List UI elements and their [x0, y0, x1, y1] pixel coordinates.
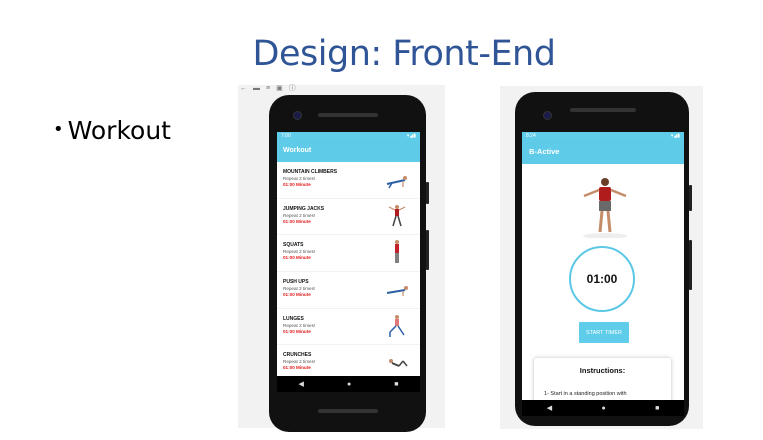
back-nav-icon[interactable]: ◀	[547, 404, 552, 412]
exercise-list: MOUNTAIN CLIMBERS Repeat 2 times! 01:00 …	[277, 162, 420, 376]
exercise-duration: 01:00 Minute	[283, 182, 311, 187]
exercise-repeat: Repeat 2 times!	[283, 212, 316, 218]
recents-nav-icon[interactable]: ■	[394, 381, 398, 388]
instructions-card: Instructions: 1- Start in a standing pos…	[534, 358, 671, 400]
power-button	[689, 185, 692, 211]
speaker-grille	[570, 108, 636, 112]
exercise-duration: 01:00 Minute	[283, 328, 311, 334]
timer-value: 01:00	[586, 272, 618, 286]
workout-screen: 7:00 ▾◢▮ Workout MOUNTAIN CLIMBERS Repea…	[277, 132, 420, 376]
status-bar: 8:24 ▾◢▮	[522, 132, 684, 139]
exercise-repeat: Repeat 2 times!	[283, 359, 316, 365]
exercise-duration: 01:00 Minute	[283, 365, 311, 371]
status-icons: ▾◢▮	[670, 132, 680, 139]
lunge-figure-icon	[389, 314, 405, 337]
squat-figure-icon	[395, 240, 399, 264]
list-item[interactable]: LUNGES Repeat 2 times! 01:00 Minute	[277, 309, 420, 346]
speaker-grille-bottom	[318, 409, 378, 413]
crunch-figure-icon	[389, 359, 408, 368]
exercise-repeat: Repeat 2 times!	[283, 249, 316, 255]
menu-icon[interactable]: ≡	[266, 85, 270, 92]
bullet-text: Workout	[67, 116, 171, 145]
recents-nav-icon[interactable]: ■	[655, 405, 659, 412]
exercise-name: JUMPING JACKS	[283, 205, 325, 212]
exercise-duration: 01:00 Minute	[283, 292, 311, 298]
list-item[interactable]: JUMPING JACKS Repeat 2 times! 01:00 Minu…	[277, 199, 420, 236]
exercise-duration: 01:00 Minute	[283, 255, 311, 261]
back-icon[interactable]: ←	[240, 85, 247, 92]
info-icon[interactable]: ⓘ	[289, 85, 296, 92]
instructions-heading: Instructions:	[579, 366, 626, 375]
home-nav-icon[interactable]: ●	[347, 381, 351, 388]
start-timer-button[interactable]: START TIMER	[579, 322, 629, 343]
speaker-grille	[318, 113, 378, 117]
status-icons: ▾◢▮	[406, 132, 416, 139]
status-bar: 7:00 ▾◢▮	[277, 132, 420, 139]
exercise-name: CRUNCHES	[283, 352, 312, 359]
home-nav-icon[interactable]: ●	[601, 405, 605, 412]
timer-display: 01:00	[569, 246, 635, 312]
status-time: 7:00	[281, 132, 291, 139]
exercise-repeat: Repeat 2 times!	[283, 286, 316, 292]
exercise-duration: 01:00 Minute	[283, 218, 311, 224]
app-bar: Workout	[277, 139, 420, 162]
power-button	[426, 182, 429, 204]
exercise-name: MOUNTAIN CLIMBERS	[283, 169, 338, 175]
screenshot-icon[interactable]: ▣	[276, 85, 283, 92]
exercise-name: PUSH UPS	[283, 279, 309, 286]
app-title: B-Active	[529, 147, 560, 156]
back-nav-icon[interactable]: ◀	[299, 380, 304, 388]
nav-bar-left: ◀ ● ■	[277, 376, 420, 392]
push-up-figure-icon	[386, 286, 408, 297]
app-bar: B-Active	[522, 139, 684, 164]
exercise-name: SQUATS	[283, 242, 304, 249]
nav-bar-right: ◀ ● ■	[522, 400, 684, 416]
slide-title: Design: Front-End	[252, 34, 556, 74]
status-time: 8:24	[526, 132, 536, 139]
list-item[interactable]: CRUNCHES Repeat 2 times! 01:00 Minute	[277, 345, 420, 376]
front-camera-icon	[543, 111, 552, 120]
timer-screen: 8:24 ▾◢▮ B-Active 01:00 START TIMER Inst…	[522, 132, 684, 400]
app-title: Workout	[283, 147, 312, 154]
minimize-icon[interactable]: ▬	[253, 85, 260, 92]
instructions-text: 1- Start in a standing position with	[544, 391, 627, 397]
exercise-repeat: Repeat 2 times!	[283, 176, 316, 181]
mountain-climber-figure-icon	[386, 176, 407, 189]
list-item[interactable]: MOUNTAIN CLIMBERS Repeat 2 times! 01:00 …	[277, 162, 420, 199]
list-item[interactable]: SQUATS Repeat 2 times! 01:00 Minute	[277, 235, 420, 273]
exercise-name: LUNGES	[283, 315, 304, 322]
list-item[interactable]: PUSH UPS Repeat 2 times! 01:00 Minute	[277, 272, 420, 309]
jumping-jack-figure-icon	[388, 204, 406, 226]
exercise-figure-icon	[583, 178, 627, 238]
front-camera-icon	[293, 111, 302, 120]
volume-button	[426, 230, 429, 270]
bullet-item: • Workout	[53, 116, 171, 145]
emulator-toolbar: ← ▬ ≡ ▣ ⓘ	[238, 85, 445, 92]
exercise-repeat: Repeat 2 times!	[283, 322, 316, 328]
volume-button	[689, 240, 692, 290]
